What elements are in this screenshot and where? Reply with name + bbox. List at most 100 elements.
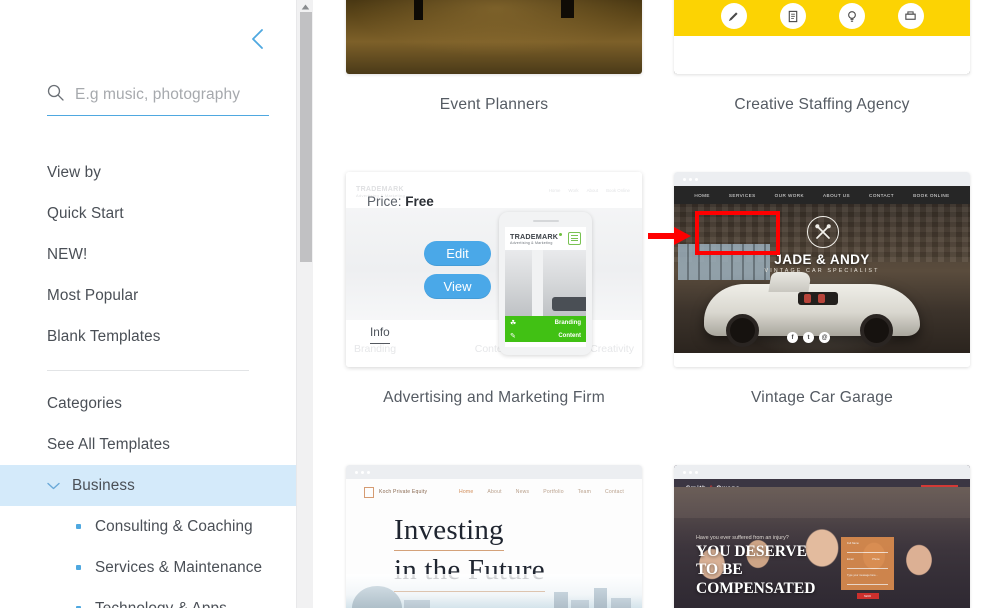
content-pencil-icon: ✎	[510, 332, 516, 340]
form-submit-button: SEND	[856, 593, 879, 599]
template-thumbnail-vintage-car-garage[interactable]: HOME SERVICES OUR WORK ABOUT US CONTACT …	[674, 172, 970, 367]
investing-preview-image: Koch Private Equity Home About News Port…	[346, 465, 642, 608]
sidebar-divider	[47, 370, 249, 371]
form-label-email: Email	[847, 558, 854, 561]
hamburger-icon	[568, 231, 581, 245]
sidebar-item-label: View by	[47, 163, 101, 181]
bullet-icon	[76, 565, 81, 570]
vintage-nav-item: ABOUT US	[823, 192, 851, 198]
form-label-name: Full Name	[847, 542, 859, 545]
price-value: Free	[405, 194, 434, 209]
template-title-vintage-car-garage: Vintage Car Garage	[750, 389, 893, 406]
phone-row-branding: ☘ Branding	[505, 316, 586, 330]
vintage-car-nav: HOME SERVICES OUR WORK ABOUT US CONTACT …	[674, 186, 970, 204]
law-contact-form: Full Name Email Phone Type your message …	[841, 537, 894, 599]
facebook-icon: f	[787, 332, 798, 343]
sidebar-item-new[interactable]: NEW!	[0, 234, 296, 275]
sidebar-item-view-by[interactable]: View by	[0, 152, 296, 193]
sidebar-item-label: Quick Start	[47, 204, 124, 222]
sidebar-scrollbar[interactable]	[296, 0, 313, 608]
investing-nav-item: Team	[577, 489, 592, 495]
sidebar-item-most-popular[interactable]: Most Popular	[0, 275, 296, 316]
sidebar-subitem-services-maintenance[interactable]: Services & Maintenance	[0, 547, 296, 588]
template-browser-app: View by Quick Start NEW! Most Popular Bl…	[0, 0, 1007, 608]
sidebar-item-blank-templates[interactable]: Blank Templates	[0, 316, 296, 357]
grid-row-spacer	[346, 120, 642, 172]
categories-heading-label: Categories	[47, 394, 122, 412]
search-box[interactable]	[47, 84, 269, 116]
law-headline: YOU DESERVE TO BE COMPENSATED	[696, 543, 815, 598]
investing-nav-item: About	[487, 489, 502, 495]
printer-icon	[897, 3, 924, 29]
template-cell-creative-staffing: FIND TALENT FIND A JOB	[674, 0, 970, 120]
investing-logo-label: Koch Private Equity	[379, 489, 428, 495]
phone-row-label: Branding	[554, 319, 581, 326]
advertising-bg-nav: Home Work About Book Online	[549, 188, 630, 193]
categories-heading: Categories	[0, 383, 296, 424]
advertising-bg-nav-item: Home	[548, 188, 561, 193]
scrollbar-up-arrow[interactable]	[297, 0, 314, 11]
advertising-bg-nav-item: About	[586, 188, 599, 193]
investing-headline-line1: Investing	[394, 511, 504, 552]
vintage-hero-subtitle: VINTAGE CAR SPECIALIST	[764, 268, 880, 274]
sidebar-item-quick-start[interactable]: Quick Start	[0, 193, 296, 234]
advertising-bg-brand-label: TRADEMARK	[356, 186, 404, 193]
document-icon	[779, 3, 806, 29]
collapse-sidebar-button[interactable]	[244, 24, 270, 54]
vintage-nav-item: BOOK ONLINE	[913, 192, 950, 198]
mobile-preview: TRADEMARK Advertising & Marketing ☘ Bran…	[499, 212, 592, 355]
vintage-nav-item: OUR WORK	[774, 192, 805, 198]
browser-chrome-bar	[674, 172, 970, 186]
advertising-bg-nav-item: Book Online	[606, 188, 630, 193]
subitem-label: Services & Maintenance	[95, 558, 263, 576]
law-kicker: Have you ever suffered from an injury?	[696, 535, 789, 541]
info-link[interactable]: Info	[370, 325, 390, 344]
sidebar-nav: View by Quick Start NEW! Most Popular Bl…	[0, 152, 296, 608]
search-input[interactable]	[75, 86, 269, 104]
template-thumbnail-event-planners[interactable]	[346, 0, 642, 74]
bullet-icon	[76, 524, 81, 529]
sidebar-subitem-consulting-coaching[interactable]: Consulting & Coaching	[0, 506, 296, 547]
law-headline-line1: YOU DESERVE	[696, 543, 807, 560]
lightbulb-icon	[838, 3, 865, 29]
business-label: Business	[72, 476, 135, 494]
phone-brand: TRADEMARK	[510, 231, 559, 241]
view-button[interactable]: View	[424, 274, 491, 299]
advertising-bg-nav-item: Work	[568, 188, 579, 193]
grid-row-spacer	[346, 413, 642, 465]
email-icon: @	[819, 332, 830, 343]
vintage-car-preview-image: HOME SERVICES OUR WORK ABOUT US CONTACT …	[674, 172, 970, 367]
edit-button[interactable]: Edit	[424, 241, 491, 266]
chevron-down-icon	[47, 479, 60, 492]
search-icon	[47, 84, 64, 106]
template-thumbnail-law-firm[interactable]: Smith & Owens Attorneys at Law Home Abou…	[674, 465, 970, 608]
template-cell-investing: Koch Private Equity Home About News Port…	[346, 465, 642, 608]
subitem-label: Technology & Apps	[95, 599, 227, 608]
event-planners-preview-image	[346, 0, 642, 74]
scrollbar-thumb[interactable]	[300, 12, 312, 262]
template-cell-event-planners: Event Planners	[346, 0, 642, 120]
browser-chrome-bar	[346, 465, 642, 479]
sidebar-item-label: NEW!	[47, 245, 88, 263]
law-firm-preview-image: Smith & Owens Attorneys at Law Home Abou…	[674, 465, 970, 608]
sidebar-subitem-technology-apps[interactable]: Technology & Apps	[0, 588, 296, 608]
vintage-nav-item: CONTACT	[869, 192, 895, 198]
price-row: Price: Free	[367, 194, 434, 209]
template-thumbnail-creative-staffing[interactable]: FIND TALENT FIND A JOB	[674, 0, 970, 74]
advertising-bg-tab: Creativity	[590, 343, 634, 355]
sidebar-item-business[interactable]: Business	[0, 465, 296, 506]
investing-nav-item: Contact	[605, 489, 624, 495]
template-hover-card-advertising[interactable]: TRADEMARK Advertising & Marketing Home W…	[346, 172, 642, 367]
investing-nav-item: Home	[459, 489, 474, 495]
templates-grid-area: Event Planners FIND TALENT FIND A JOB	[296, 0, 1007, 608]
template-title-event-planners: Event Planners	[439, 96, 549, 113]
template-cell-advertising-marketing: TRADEMARK Advertising & Marketing Home W…	[346, 172, 642, 413]
vintage-social-icons: f t @	[787, 332, 830, 343]
template-cell-vintage-car-garage: HOME SERVICES OUR WORK ABOUT US CONTACT …	[674, 172, 970, 413]
logo-mark-icon	[364, 486, 374, 498]
template-thumbnail-investing[interactable]: Koch Private Equity Home About News Port…	[346, 465, 642, 608]
price-label: Price:	[367, 194, 402, 209]
sidebar-item-see-all-templates[interactable]: See All Templates	[0, 424, 296, 465]
vintage-nav-item: SERVICES	[728, 192, 756, 198]
form-label-message: Type your message here...	[847, 574, 878, 577]
